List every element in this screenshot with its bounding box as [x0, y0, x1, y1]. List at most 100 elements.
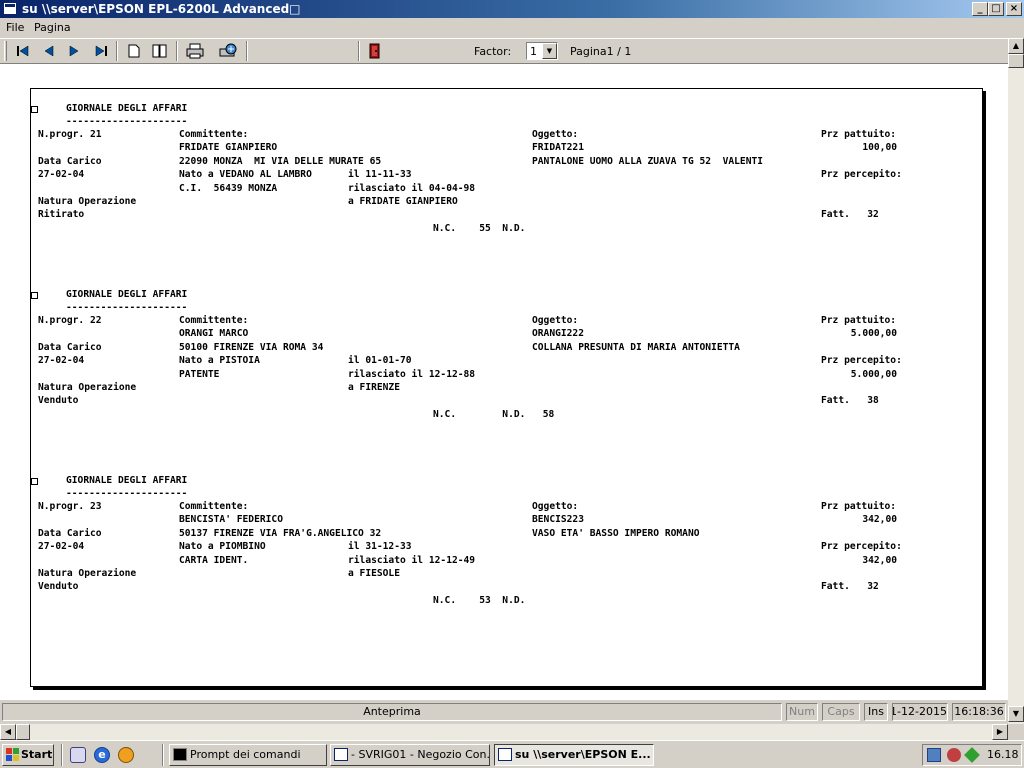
entry-marker	[31, 292, 38, 299]
report-cell: 342,00	[862, 554, 897, 566]
report-cell: 5.000,00	[850, 328, 897, 340]
maximize-button[interactable]: □	[988, 2, 1004, 16]
report-cell: Prz pattuito:	[821, 315, 897, 326]
network-icon[interactable]	[927, 748, 941, 762]
report-cell: Fatt. 32	[821, 581, 879, 593]
status-ins: Ins	[864, 703, 888, 721]
taskbar-button-label: - SVRIG01 - Negozio Con...	[351, 748, 490, 761]
report-cell: Data Carico	[38, 527, 102, 539]
horizontal-scrollbar[interactable]: ◀ ▶	[0, 724, 1008, 740]
menu-pagina[interactable]: Pagina	[34, 21, 71, 34]
report-cell: 27-02-04	[38, 541, 85, 553]
scroll-down-icon[interactable]: ▼	[1008, 706, 1024, 722]
print-icon[interactable]	[184, 41, 206, 61]
vertical-scrollbar[interactable]: ▲ ▼	[1008, 38, 1024, 724]
menu-bar: File Pagina	[0, 18, 1024, 38]
report-page: GIORNALE DEGLI AFFARI -------------------…	[30, 88, 983, 687]
two-pages-icon[interactable]	[149, 41, 171, 61]
taskbar-button-label: Prompt dei comandi	[190, 748, 301, 761]
toolbar-separator	[358, 41, 360, 61]
show-desktop-icon[interactable]	[70, 747, 86, 763]
report-cell: VASO ETA' BASSO IMPERO ROMANO	[532, 527, 700, 539]
window-icon	[334, 748, 348, 761]
report-cell: a FIRENZE	[348, 382, 400, 393]
start-button[interactable]: Start	[2, 744, 54, 766]
single-page-icon[interactable]	[123, 41, 145, 61]
exit-icon[interactable]	[364, 41, 386, 61]
print-setup-icon[interactable]	[217, 41, 239, 61]
report-cell: BENCIS223	[532, 514, 584, 526]
toolbar-separator	[246, 41, 248, 61]
chevron-down-icon[interactable]: ▼	[542, 43, 557, 59]
report-cell: BENCISTA' FEDERICO	[179, 514, 283, 526]
status-date-text: 01-12-2015	[893, 705, 947, 718]
system-tray: 16.18	[922, 744, 1022, 766]
report-cell: Natura Operazione	[38, 196, 137, 207]
scroll-right-icon[interactable]: ▶	[992, 724, 1008, 740]
factor-select[interactable]: 1 ▼	[526, 42, 558, 60]
size-grip[interactable]	[1008, 724, 1024, 740]
vertical-scroll-thumb[interactable]	[1008, 54, 1024, 68]
report-heading-underline: ---------------------	[66, 116, 188, 127]
report-cell: Oggetto:	[532, 315, 579, 326]
report-cell: 342,00	[862, 514, 897, 526]
window-icon[interactable]	[3, 2, 17, 15]
report-cell: 5.000,00	[850, 368, 897, 380]
title-bar[interactable]: su \\server\EPSON EPL-6200L Advanced□ _ …	[0, 0, 1024, 18]
status-bar: Anteprima Num Caps Ins 01-12-2015 16:18:…	[0, 700, 1008, 724]
report-cell: rilasciato il 04-04-98	[348, 182, 476, 194]
report-cell: 22090 MONZA MI VIA DELLE MURATE 65	[179, 155, 382, 167]
report-cell: 27-02-04	[38, 169, 85, 181]
report-cell: N.progr. 21	[38, 129, 102, 140]
next-page-icon[interactable]	[63, 41, 85, 61]
report-cell: Prz percepito:	[821, 541, 902, 553]
report-heading-underline: ---------------------	[66, 488, 188, 499]
last-page-icon[interactable]	[90, 41, 112, 61]
report-cell: 50137 FIRENZE VIA FRA'G.ANGELICO 32	[179, 527, 382, 539]
scroll-up-icon[interactable]: ▲	[1008, 38, 1024, 54]
toolbar-separator	[116, 41, 118, 61]
report-cell: il 31-12-33	[348, 541, 412, 553]
toolbar-grip	[4, 41, 7, 61]
report-cell: FRIDATE GIANPIERO	[179, 142, 278, 154]
report-cell: ORANGI222	[532, 328, 584, 340]
status-mode: Anteprima	[2, 703, 782, 721]
scroll-left-icon[interactable]: ◀	[0, 724, 16, 740]
close-button[interactable]: ×	[1006, 2, 1022, 16]
report-cell: Committente:	[179, 501, 249, 512]
security-icon[interactable]	[947, 748, 961, 762]
prev-page-icon[interactable]	[38, 41, 60, 61]
taskbar-button-prompt[interactable]: Prompt dei comandi	[169, 744, 327, 766]
status-date: 01-12-2015	[892, 703, 948, 721]
factor-label: Factor:	[474, 45, 512, 58]
report-cell: il 01-01-70	[348, 355, 412, 367]
report-cell: a FIESOLE	[348, 568, 400, 579]
report-cell: Fatt. 38	[821, 395, 879, 407]
report-cell: 100,00	[862, 142, 897, 154]
internet-explorer-icon[interactable]: e	[94, 747, 110, 763]
report-cell: Prz percepito:	[821, 169, 902, 181]
report-cell: Data Carico	[38, 341, 102, 353]
report-cell: Venduto	[38, 395, 79, 407]
report-cell: Ritirato	[38, 209, 85, 221]
report-cell: ORANGI MARCO	[179, 328, 249, 340]
taskbar-clock: 16.18	[987, 748, 1019, 761]
first-page-icon[interactable]	[12, 41, 34, 61]
connection-icon[interactable]	[964, 747, 980, 763]
taskbar-button-epson[interactable]: su \\server\EPSON E...	[494, 744, 654, 766]
horizontal-scroll-thumb[interactable]	[16, 724, 30, 740]
report-cell: N.progr. 23	[38, 501, 102, 512]
menu-file[interactable]: File	[6, 21, 24, 34]
report-cell: 27-02-04	[38, 355, 85, 367]
minimize-button[interactable]: _	[972, 2, 988, 16]
taskbar: Start e Prompt dei comandi - SVRIG01 - N…	[0, 740, 1024, 768]
status-num: Num	[786, 703, 818, 721]
taskbar-button-negozio[interactable]: - SVRIG01 - Negozio Con...	[330, 744, 490, 766]
report-footer: N.C. 53 N.D.	[433, 594, 526, 606]
report-footer: N.C. N.D. 58	[433, 408, 555, 420]
media-player-icon[interactable]	[118, 747, 134, 763]
start-label: Start	[21, 748, 53, 761]
report-heading-underline: ---------------------	[66, 302, 188, 313]
report-cell: C.I. 56439 MONZA	[179, 182, 278, 194]
report-cell: Data Carico	[38, 155, 102, 167]
